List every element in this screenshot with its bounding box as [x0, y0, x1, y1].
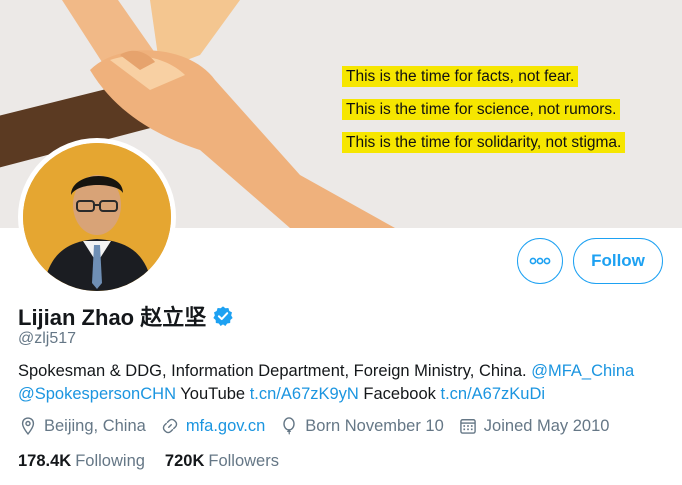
location-text: Beijing, China	[44, 416, 146, 435]
following-link[interactable]: 178.4K Following	[18, 452, 145, 471]
bio-text: Facebook	[358, 385, 441, 403]
banner-slogan: This is the time for facts, not fear.	[342, 66, 579, 87]
more-options-button[interactable]	[517, 238, 563, 284]
bio-text: YouTube	[175, 385, 250, 403]
bio-url-link[interactable]: t.cn/A67zKuDi	[440, 385, 545, 403]
banner-slogans: This is the time for facts, not fear. Th…	[342, 66, 626, 165]
follow-button[interactable]: Follow	[573, 238, 663, 284]
location-icon	[21, 417, 35, 435]
banner-slogan: This is the time for solidarity, not sti…	[342, 132, 626, 153]
banner-slogan: This is the time for science, not rumors…	[342, 99, 621, 120]
avatar-portrait	[23, 143, 171, 291]
website-item: mfa.gov.cn	[160, 416, 265, 436]
verified-badge-icon	[213, 306, 233, 326]
joined-text: Joined May 2010	[483, 416, 610, 435]
profile-stats: 178.4K Following 720K Followers	[18, 452, 299, 471]
calendar-icon	[460, 419, 476, 434]
bio-text: Spokesman & DDG, Information Department,…	[18, 362, 532, 380]
link-icon	[162, 418, 178, 434]
location-item: Beijing, China	[18, 416, 146, 436]
profile-handle: @zlj517	[18, 330, 77, 347]
balloon-icon	[283, 417, 296, 435]
followers-link[interactable]: 720K Followers	[165, 452, 279, 471]
following-count: 178.4K	[18, 452, 72, 470]
followers-count: 720K	[164, 452, 205, 470]
following-label: Following	[75, 452, 145, 470]
joined-item: Joined May 2010	[458, 416, 610, 436]
birthday-text: Born November 10	[305, 416, 444, 435]
profile-bio: Spokesman & DDG, Information Department,…	[18, 360, 668, 406]
display-name: Lijian Zhao 赵立坚	[18, 305, 207, 330]
profile-name-row: Lijian Zhao 赵立坚	[18, 300, 234, 332]
birthday-item: Born November 10	[279, 416, 444, 436]
followers-label: Followers	[208, 452, 279, 470]
profile-meta: Beijing, China mfa.gov.cn Born November …	[18, 416, 623, 436]
bio-mention-link[interactable]: @SpokespersonCHN	[18, 385, 176, 403]
more-icon	[529, 257, 551, 265]
bio-url-link[interactable]: t.cn/A67zK9yN	[250, 385, 359, 403]
website-link[interactable]: mfa.gov.cn	[186, 417, 265, 436]
bio-mention-link[interactable]: @MFA_China	[531, 362, 634, 380]
avatar[interactable]	[18, 138, 176, 296]
